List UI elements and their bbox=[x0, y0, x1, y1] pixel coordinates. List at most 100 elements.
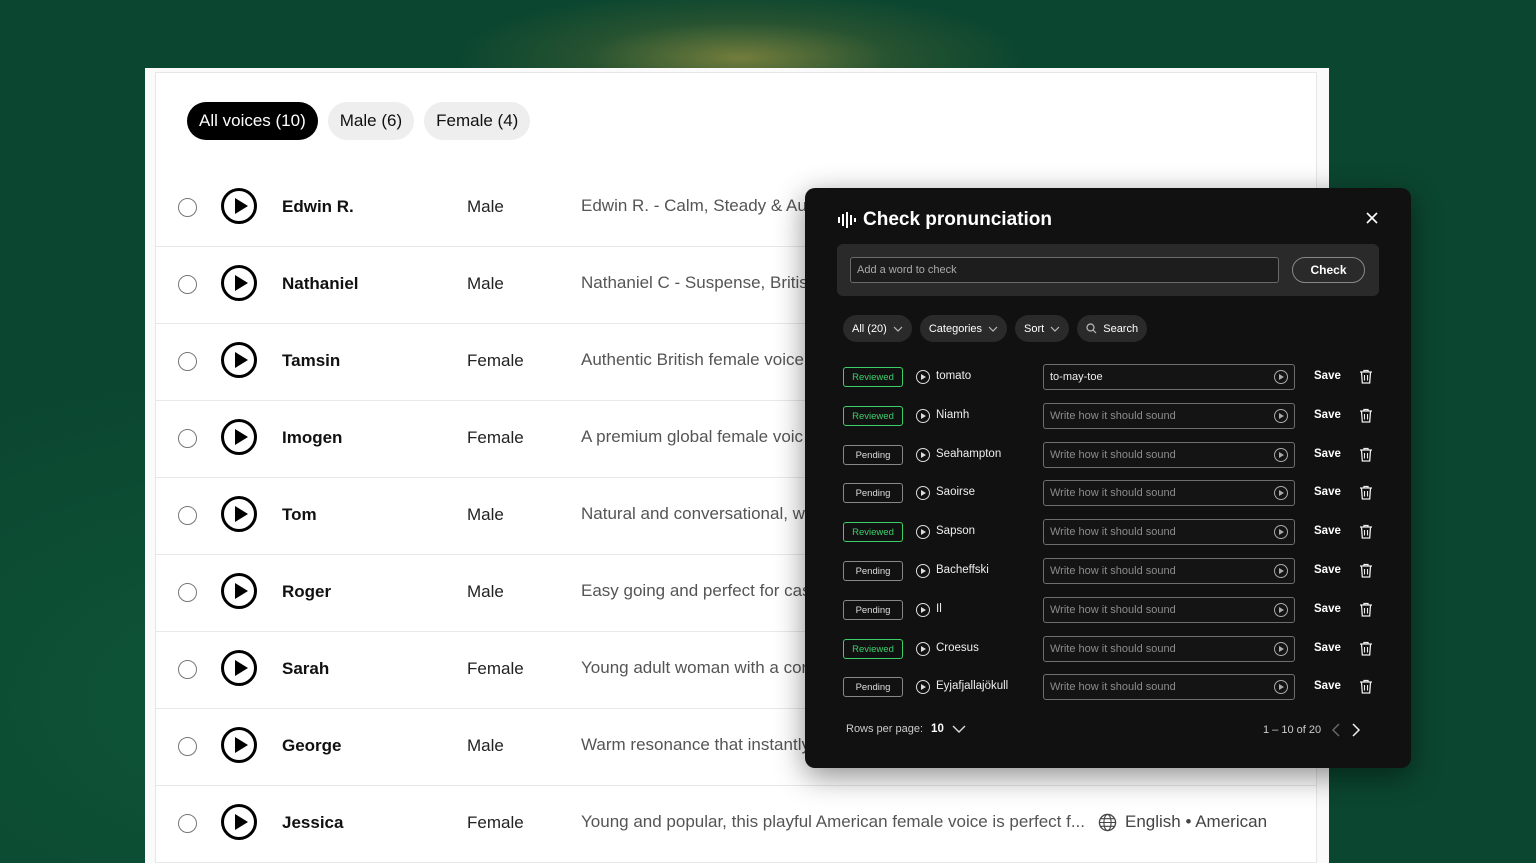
voice-name: Tamsin bbox=[282, 351, 341, 370]
pronunciation-text: Write how it should sound bbox=[1050, 604, 1176, 616]
play-icon[interactable] bbox=[221, 804, 257, 840]
trash-icon[interactable] bbox=[1359, 641, 1373, 656]
pronunciation-input[interactable]: Write how it should sound bbox=[1043, 674, 1295, 700]
play-icon[interactable] bbox=[916, 409, 930, 423]
select-radio[interactable] bbox=[178, 352, 197, 371]
play-icon[interactable] bbox=[1274, 486, 1288, 500]
save-button[interactable]: Save bbox=[1314, 525, 1341, 537]
select-radio[interactable] bbox=[178, 660, 197, 679]
play-icon[interactable] bbox=[1274, 642, 1288, 656]
search-button[interactable]: Search bbox=[1077, 315, 1148, 342]
pronunciation-row: Pending Bacheffski Write how it should sou… bbox=[843, 558, 1383, 584]
play-icon[interactable] bbox=[221, 419, 257, 455]
tab-all-voices[interactable]: All voices (10) bbox=[187, 102, 318, 140]
save-button[interactable]: Save bbox=[1314, 486, 1341, 498]
voice-name: George bbox=[282, 736, 342, 755]
all-filter-dropdown[interactable]: All (20) bbox=[843, 315, 912, 342]
save-button[interactable]: Save bbox=[1314, 370, 1341, 382]
pronunciation-row: Reviewed Sapson Write how it should sound S… bbox=[843, 519, 1383, 545]
play-icon[interactable] bbox=[916, 603, 930, 617]
trash-icon[interactable] bbox=[1359, 447, 1373, 462]
pronunciation-input[interactable]: Write how it should sound bbox=[1043, 597, 1295, 623]
pronunciation-text: to-may-toe bbox=[1050, 371, 1103, 383]
play-icon[interactable] bbox=[221, 727, 257, 763]
play-icon[interactable] bbox=[916, 564, 930, 578]
tab-male[interactable]: Male (6) bbox=[327, 102, 415, 140]
chevron-right-icon[interactable] bbox=[1351, 723, 1361, 737]
save-button[interactable]: Save bbox=[1314, 642, 1341, 654]
voice-gender: Male bbox=[467, 505, 504, 524]
panel-filters: All (20) Categories Sort Search bbox=[843, 315, 1148, 342]
play-icon[interactable] bbox=[221, 265, 257, 301]
select-radio[interactable] bbox=[178, 429, 197, 448]
play-icon[interactable] bbox=[1274, 680, 1288, 694]
select-radio[interactable] bbox=[178, 506, 197, 525]
select-radio[interactable] bbox=[178, 275, 197, 294]
save-button[interactable]: Save bbox=[1314, 448, 1341, 460]
panel-title: Check pronunciation bbox=[863, 209, 1052, 230]
chevron-down-icon bbox=[893, 326, 903, 332]
check-button[interactable]: Check bbox=[1292, 257, 1365, 283]
trash-icon[interactable] bbox=[1359, 408, 1373, 423]
play-icon[interactable] bbox=[1274, 564, 1288, 578]
voice-language: English • American bbox=[1098, 812, 1267, 832]
trash-icon[interactable] bbox=[1359, 524, 1373, 539]
play-icon[interactable] bbox=[1274, 603, 1288, 617]
pronunciation-text: Write how it should sound bbox=[1050, 449, 1176, 461]
select-radio[interactable] bbox=[178, 198, 197, 217]
pronunciation-input[interactable]: Write how it should sound bbox=[1043, 558, 1295, 584]
voice-description: Young and popular, this playful American… bbox=[581, 812, 1085, 831]
select-radio[interactable] bbox=[178, 814, 197, 833]
voice-name: Nathaniel bbox=[282, 274, 359, 293]
pronunciation-input[interactable]: to-may-toe bbox=[1043, 364, 1295, 390]
pronunciation-input[interactable]: Write how it should sound bbox=[1043, 442, 1295, 468]
table-row[interactable]: Jessica Female Young and popular, this pla… bbox=[156, 786, 1316, 863]
trash-icon[interactable] bbox=[1359, 602, 1373, 617]
play-icon[interactable] bbox=[916, 448, 930, 462]
play-icon[interactable] bbox=[221, 650, 257, 686]
save-button[interactable]: Save bbox=[1314, 564, 1341, 576]
play-icon[interactable] bbox=[1274, 525, 1288, 539]
voice-name: Roger bbox=[282, 582, 332, 601]
tab-female[interactable]: Female (4) bbox=[424, 102, 531, 140]
play-icon[interactable] bbox=[1274, 370, 1288, 384]
play-icon[interactable] bbox=[916, 525, 930, 539]
chevron-down-icon[interactable] bbox=[952, 725, 966, 733]
rows-per-page-label: Rows per page: bbox=[846, 723, 924, 735]
pronunciation-input[interactable]: Write how it should sound bbox=[1043, 403, 1295, 429]
check-pronunciation-panel: Check pronunciation Add a word to check … bbox=[805, 188, 1411, 768]
pronunciation-input[interactable]: Write how it should sound bbox=[1043, 480, 1295, 506]
voice-gender: Male bbox=[467, 582, 504, 601]
add-word-input[interactable]: Add a word to check bbox=[850, 257, 1279, 283]
play-icon[interactable] bbox=[916, 680, 930, 694]
play-icon[interactable] bbox=[1274, 448, 1288, 462]
categories-label: Categories bbox=[928, 322, 983, 335]
save-button[interactable]: Save bbox=[1314, 603, 1341, 615]
play-icon[interactable] bbox=[916, 370, 930, 384]
select-radio[interactable] bbox=[178, 583, 197, 602]
trash-icon[interactable] bbox=[1359, 563, 1373, 578]
sort-dropdown[interactable]: Sort bbox=[1015, 315, 1070, 342]
play-icon[interactable] bbox=[221, 342, 257, 378]
play-icon[interactable] bbox=[1274, 409, 1288, 423]
pronunciation-input[interactable]: Write how it should sound bbox=[1043, 636, 1295, 662]
word-label: Saoirse bbox=[936, 486, 975, 498]
play-icon[interactable] bbox=[221, 188, 257, 224]
word-label: Eyjafjallajökull bbox=[936, 680, 1009, 692]
select-radio[interactable] bbox=[178, 737, 197, 756]
trash-icon[interactable] bbox=[1359, 369, 1373, 384]
play-icon[interactable] bbox=[916, 486, 930, 500]
chevron-left-icon[interactable] bbox=[1331, 723, 1341, 737]
play-icon[interactable] bbox=[221, 496, 257, 532]
save-button[interactable]: Save bbox=[1314, 409, 1341, 421]
save-button[interactable]: Save bbox=[1314, 680, 1341, 692]
categories-dropdown[interactable]: Categories bbox=[919, 315, 1008, 342]
play-icon[interactable] bbox=[221, 573, 257, 609]
rows-per-page-value[interactable]: 10 bbox=[931, 723, 944, 735]
pronunciation-input[interactable]: Write how it should sound bbox=[1043, 519, 1295, 545]
trash-icon[interactable] bbox=[1359, 485, 1373, 500]
close-icon[interactable] bbox=[1365, 211, 1379, 225]
trash-icon[interactable] bbox=[1359, 679, 1373, 694]
voice-name: Jessica bbox=[282, 813, 344, 832]
play-icon[interactable] bbox=[916, 642, 930, 656]
